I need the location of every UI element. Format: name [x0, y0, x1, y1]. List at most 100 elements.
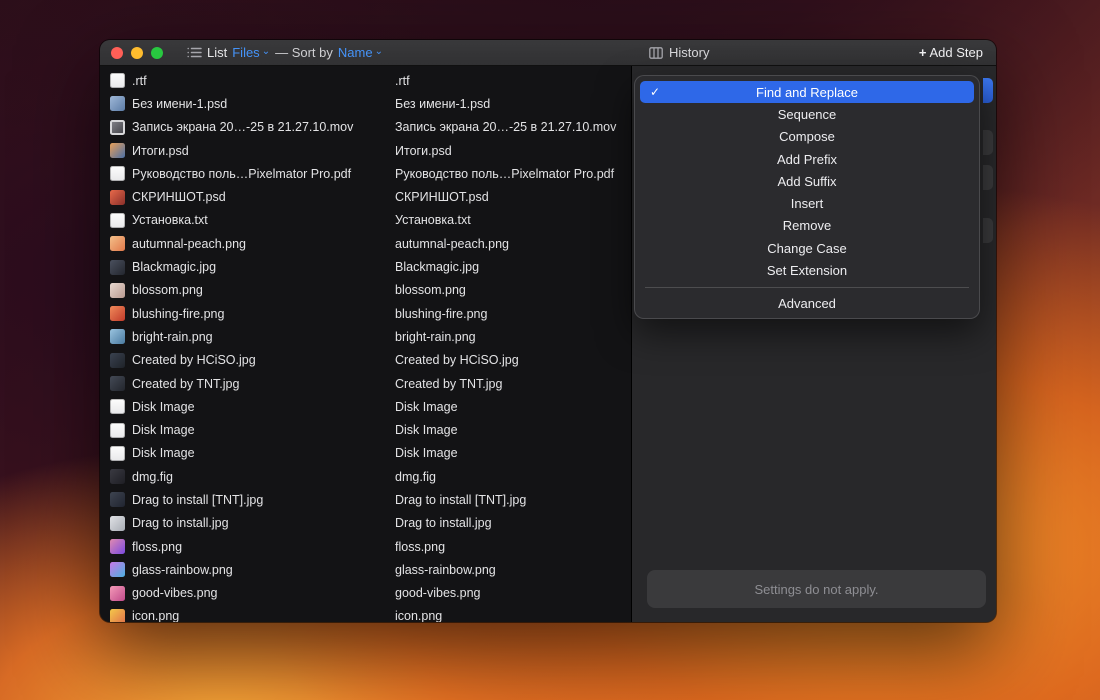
menu-item[interactable]: Set Extension [640, 259, 974, 281]
file-preview-cell: good-vibes.png [395, 586, 621, 600]
file-name-cell: СКРИНШОТ.psd [110, 190, 395, 205]
file-name: Запись экрана 20…-25 в 21.27.10.mov [132, 120, 353, 134]
history-steps-icon [649, 47, 663, 59]
file-preview-cell: floss.png [395, 540, 621, 554]
table-row[interactable]: dmg.fig dmg.fig [100, 465, 631, 488]
file-preview-name: Drag to install.jpg [395, 516, 492, 530]
file-name: Drag to install [TNT].jpg [132, 493, 263, 507]
menu-item-label: Insert [791, 196, 824, 211]
sort-name-dropdown-label: Name [338, 45, 373, 60]
table-row[interactable]: Установка.txt Установка.txt [100, 209, 631, 232]
table-row[interactable]: Запись экрана 20…-25 в 21.27.10.mov Запи… [100, 116, 631, 139]
file-preview-name: СКРИНШОТ.psd [395, 190, 489, 204]
table-row[interactable]: icon.png icon.png [100, 605, 631, 622]
file-preview-cell: Запись экрана 20…-25 в 21.27.10.mov [395, 120, 621, 134]
file-preview-name: Disk Image [395, 400, 458, 414]
file-name: icon.png [132, 609, 179, 622]
file-preview-name: blushing-fire.png [395, 307, 487, 321]
table-row[interactable]: Disk Image Disk Image [100, 442, 631, 465]
close-window-button[interactable] [111, 47, 123, 59]
history-title: History [669, 45, 709, 60]
add-step-button[interactable]: + Add Step [919, 45, 983, 60]
file-preview-name: bright-rain.png [395, 330, 476, 344]
file-preview-name: blossom.png [395, 283, 466, 297]
table-row[interactable]: good-vibes.png good-vibes.png [100, 582, 631, 605]
file-preview-name: Drag to install [TNT].jpg [395, 493, 526, 507]
file-preview-cell: Disk Image [395, 423, 621, 437]
menu-item-label: Sequence [778, 107, 837, 122]
menu-item-label: Find and Replace [756, 85, 858, 100]
zoom-window-button[interactable] [151, 47, 163, 59]
table-row[interactable]: Created by HCiSO.jpg Created by HCiSO.jp… [100, 349, 631, 372]
file-preview-cell: Drag to install [TNT].jpg [395, 493, 621, 507]
menu-item[interactable]: Advanced [640, 293, 974, 315]
table-row[interactable]: Руководство поль…Pixelmator Pro.pdf Руко… [100, 162, 631, 185]
file-name: Итоги.psd [132, 144, 189, 158]
table-row[interactable]: bright-rain.png bright-rain.png [100, 325, 631, 348]
file-name-cell: Created by TNT.jpg [110, 376, 395, 391]
table-row[interactable]: Drag to install [TNT].jpg Drag to instal… [100, 488, 631, 511]
table-row[interactable]: Drag to install.jpg Drag to install.jpg [100, 512, 631, 535]
table-row[interactable]: Disk Image Disk Image [100, 418, 631, 441]
plus-icon: + [919, 45, 927, 60]
menu-item[interactable]: Add Suffix [640, 170, 974, 192]
menu-item[interactable]: Insert [640, 192, 974, 214]
obscured-control-edge [983, 165, 993, 190]
file-name-cell: bright-rain.png [110, 329, 395, 344]
file-icon [110, 516, 125, 531]
file-preview-name: floss.png [395, 540, 445, 554]
table-row[interactable]: blushing-fire.png blushing-fire.png [100, 302, 631, 325]
file-name-cell: Drag to install [TNT].jpg [110, 492, 395, 507]
file-icon [110, 283, 125, 298]
table-row[interactable]: floss.png floss.png [100, 535, 631, 558]
file-name-cell: Drag to install.jpg [110, 516, 395, 531]
file-preview-cell: Disk Image [395, 400, 621, 414]
file-preview-name: Без имени-1.psd [395, 97, 490, 111]
menu-item[interactable]: Change Case [640, 237, 974, 259]
file-list: .rtf .rtf Без имени-1.psd Без имени-1.ps… [100, 66, 632, 622]
file-name: СКРИНШОТ.psd [132, 190, 226, 204]
table-row[interactable]: Created by TNT.jpg Created by TNT.jpg [100, 372, 631, 395]
file-name-cell: dmg.fig [110, 469, 395, 484]
menu-item[interactable]: Add Prefix [640, 148, 974, 170]
file-preview-cell: .rtf [395, 74, 621, 88]
table-row[interactable]: СКРИНШОТ.psd СКРИНШОТ.psd [100, 185, 631, 208]
menu-item[interactable]: Sequence [640, 103, 974, 125]
file-preview-cell: bright-rain.png [395, 330, 621, 344]
file-icon [110, 120, 125, 135]
menu-item-label: Add Prefix [777, 152, 837, 167]
file-name-cell: icon.png [110, 609, 395, 622]
file-icon [110, 73, 125, 88]
file-preview-name: Запись экрана 20…-25 в 21.27.10.mov [395, 120, 616, 134]
settings-note: Settings do not apply. [647, 570, 986, 608]
table-row[interactable]: Blackmagic.jpg Blackmagic.jpg [100, 255, 631, 278]
files-dropdown[interactable]: Files ⌄ [232, 45, 270, 60]
table-row[interactable]: glass-rainbow.png glass-rainbow.png [100, 558, 631, 581]
table-row[interactable]: autumnal-peach.png autumnal-peach.png [100, 232, 631, 255]
file-preview-cell: Drag to install.jpg [395, 516, 621, 530]
minimize-window-button[interactable] [131, 47, 143, 59]
table-row[interactable]: Без имени-1.psd Без имени-1.psd [100, 92, 631, 115]
table-row[interactable]: Disk Image Disk Image [100, 395, 631, 418]
file-name-cell: Disk Image [110, 423, 395, 438]
file-preview-cell: Без имени-1.psd [395, 97, 621, 111]
file-icon [110, 586, 125, 601]
menu-item[interactable]: Remove [640, 215, 974, 237]
menu-item-label: Add Suffix [777, 174, 836, 189]
file-icon [110, 306, 125, 321]
file-name-cell: Без имени-1.psd [110, 96, 395, 111]
file-icon [110, 562, 125, 577]
table-row[interactable]: blossom.png blossom.png [100, 279, 631, 302]
file-icon [110, 329, 125, 344]
table-row[interactable]: Итоги.psd Итоги.psd [100, 139, 631, 162]
table-row[interactable]: .rtf .rtf [100, 69, 631, 92]
menu-item[interactable]: Compose [640, 126, 974, 148]
file-preview-cell: Created by TNT.jpg [395, 377, 621, 391]
menu-item[interactable]: ✓ Find and Replace [640, 81, 974, 103]
file-preview-name: Blackmagic.jpg [395, 260, 479, 274]
chevron-down-icon: ⌄ [375, 47, 383, 57]
action-menu: ✓ Find and Replace Sequence Compose Add … [634, 75, 980, 319]
file-preview-cell: blushing-fire.png [395, 307, 621, 321]
menu-item-label: Compose [779, 129, 835, 144]
sort-name-dropdown[interactable]: Name ⌄ [338, 45, 383, 60]
